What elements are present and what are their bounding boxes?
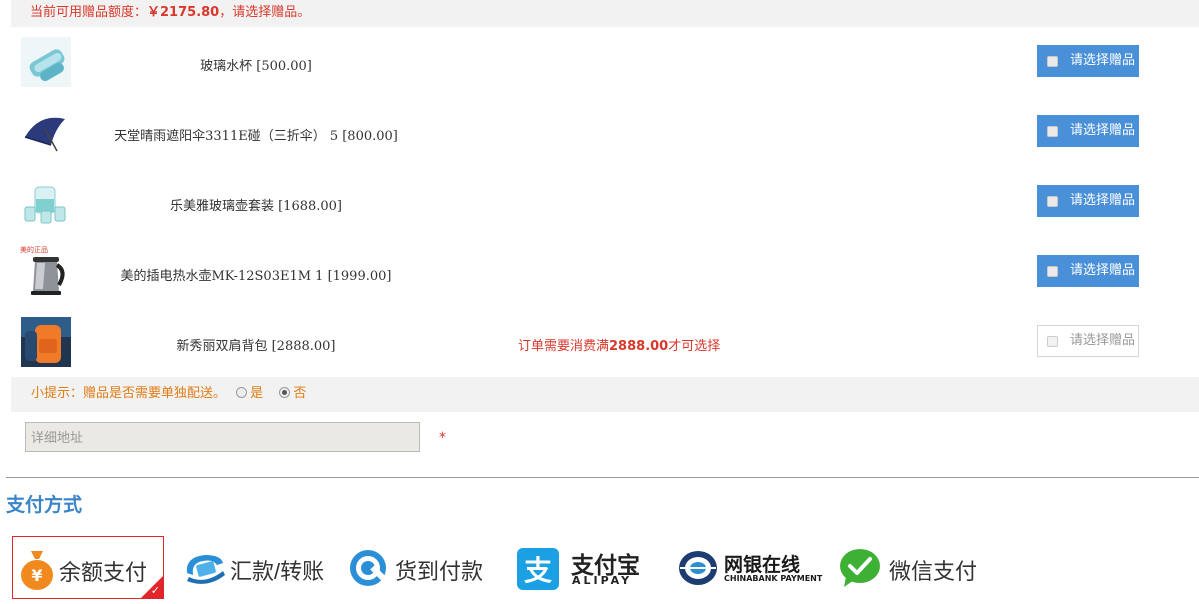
pay-option-sublabel: CHINABANK PAYMENT <box>724 574 823 583</box>
quota-prefix: 当前可用赠品额度： <box>30 5 148 20</box>
select-gift-button[interactable]: 请选择赠品 <box>1037 45 1139 77</box>
required-mark: * <box>439 430 446 446</box>
money-bag-icon: ¥ <box>19 547 55 595</box>
svg-text:¥: ¥ <box>31 566 42 585</box>
gift-name: 美的插电热水壶MK-12S03E1M 1 [1999.00] <box>120 269 392 284</box>
pay-option-wechat[interactable]: 微信支付 <box>836 536 986 599</box>
gift-row: 乐美雅玻璃壶套装 [1688.00] 请选择赠品 <box>11 167 1199 237</box>
pay-option-balance[interactable]: ¥ 余额支付 ✓ <box>12 536 164 599</box>
quota-amount: ￥2175.80 <box>147 5 220 20</box>
umbrella-thumbnail <box>21 107 71 157</box>
pay-option-label: 汇款/转账 <box>230 559 325 584</box>
pay-option-label: 余额支付 <box>59 560 148 585</box>
select-gift-label: 请选择赠品 <box>1070 333 1136 348</box>
select-gift-label: 请选择赠品 <box>1070 53 1136 68</box>
note-amount: 2888.00 <box>609 339 669 354</box>
separate-delivery-tip: 小提示：赠品是否需要单独配送。 是 否 <box>11 377 1199 412</box>
checkbox-icon[interactable] <box>1047 56 1058 67</box>
gift-quota-bar: 当前可用赠品额度：￥2175.80，请选择赠品。 <box>11 0 1199 27</box>
gift-row: 新秀丽双肩背包 [2888.00] 订单需要消费满2888.00才可选择 请选择… <box>11 307 1199 377</box>
gift-requirement-note: 订单需要消费满2888.00才可选择 <box>518 335 720 354</box>
quota-suffix: ，请选择赠品。 <box>219 5 311 20</box>
select-gift-button-disabled: 请选择赠品 <box>1037 325 1139 357</box>
gift-name: 新秀丽双肩背包 [2888.00] <box>176 339 336 354</box>
tip-text: 小提示：赠品是否需要单独配送。 <box>31 386 227 401</box>
note-prefix: 订单需要消费满 <box>518 339 610 354</box>
gift-row: 美的正品 美的插电热水壶MK-12S03E1M 1 [1999.00] 请选择赠… <box>11 237 1199 307</box>
pay-option-label: 微信支付 <box>889 559 978 584</box>
select-gift-label: 请选择赠品 <box>1070 123 1136 138</box>
gift-name: 乐美雅玻璃壶套装 [1688.00] <box>169 199 343 214</box>
glass-pitcher-set-thumbnail <box>21 177 71 227</box>
checkmark-icon: ✓ <box>150 584 160 597</box>
payment-section-title: 支付方式 <box>6 494 83 516</box>
pay-option-label: 网银在线 <box>724 554 801 576</box>
checkbox-icon[interactable] <box>1047 196 1058 207</box>
select-gift-label: 请选择赠品 <box>1070 193 1136 208</box>
gift-name: 天堂晴雨遮阳伞3311E碰（三折伞） 5 [800.00] <box>114 129 398 144</box>
svg-text:支: 支 <box>524 554 552 587</box>
cod-icon <box>348 548 388 592</box>
alipay-icon: 支 <box>517 548 559 594</box>
wechat-icon <box>838 547 882 593</box>
gift-row: 天堂晴雨遮阳伞3311E碰（三折伞） 5 [800.00] 请选择赠品 <box>11 97 1199 167</box>
glass-cup-thumbnail <box>21 37 71 87</box>
select-gift-button[interactable]: 请选择赠品 <box>1037 185 1139 217</box>
radio-yes[interactable] <box>236 387 248 398</box>
pay-option-transfer[interactable]: 汇款/转账 <box>180 536 330 599</box>
backpack-thumbnail <box>21 317 71 367</box>
checkbox-icon[interactable] <box>1047 126 1058 137</box>
delivery-radio-group: 是 否 <box>236 377 318 410</box>
checkbox-icon[interactable] <box>1047 266 1058 277</box>
pay-option-sublabel: ALIPAY <box>572 574 633 587</box>
radio-yes-label[interactable]: 是 <box>250 386 263 401</box>
section-divider <box>6 477 1199 478</box>
pay-option-label: 货到付款 <box>395 559 484 584</box>
thumbnail-tag: 美的正品 <box>20 246 48 254</box>
checkbox-icon <box>1047 336 1058 347</box>
pay-option-chinabank[interactable]: 网银在线 CHINABANK PAYMENT <box>676 536 822 599</box>
pay-option-alipay[interactable]: 支 支付宝 ALIPAY <box>515 536 655 599</box>
gift-row: 玻璃水杯 [500.00] 请选择赠品 <box>11 27 1199 97</box>
note-suffix: 才可选择 <box>668 339 721 354</box>
chinabank-icon <box>678 549 718 591</box>
radio-no[interactable] <box>279 387 291 398</box>
select-gift-button[interactable]: 请选择赠品 <box>1037 115 1139 147</box>
select-gift-button[interactable]: 请选择赠品 <box>1037 255 1139 287</box>
radio-no-label[interactable]: 否 <box>293 386 306 401</box>
gift-name: 玻璃水杯 [500.00] <box>200 59 312 74</box>
address-input[interactable] <box>25 422 420 452</box>
select-gift-label: 请选择赠品 <box>1070 263 1136 278</box>
transfer-icon <box>183 549 227 591</box>
pay-option-cod[interactable]: 货到付款 <box>345 536 495 599</box>
